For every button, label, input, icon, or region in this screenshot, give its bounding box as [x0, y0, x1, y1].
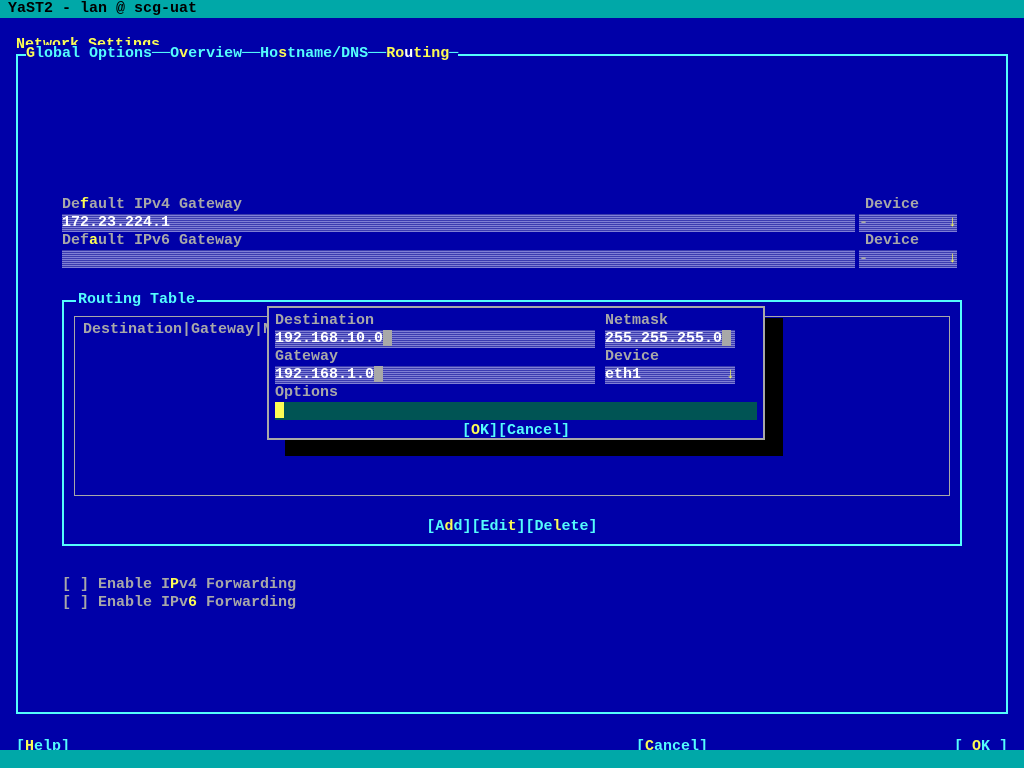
device-label-2: Device [859, 232, 962, 250]
tab-hostname[interactable]: Hostname/DNS [260, 45, 368, 62]
dialog-ok-button[interactable]: [OK] [462, 422, 498, 439]
chevron-down-icon: ↓ [948, 214, 957, 232]
chevron-down-icon: ↓ [726, 366, 735, 384]
route-dialog: Destination 192.168.10.0 Netmask 255.255… [267, 306, 765, 440]
destination-input[interactable]: 192.168.10.0 [275, 330, 595, 348]
gateway-input[interactable]: 192.168.1.0 [275, 366, 595, 384]
default-ipv6-gateway-input[interactable] [62, 250, 855, 268]
options-label: Options [275, 384, 757, 402]
routing-table-buttons: [Add][Edit][Delete] [64, 518, 960, 536]
dialog-device-select[interactable]: eth1↓ [605, 366, 735, 384]
chevron-down-icon: ↓ [948, 250, 957, 268]
netmask-input[interactable]: 255.255.255.0 [605, 330, 735, 348]
dialog-device-label: Device [605, 348, 755, 366]
add-button[interactable]: [Add] [426, 518, 471, 535]
routing-table-caption: Routing Table [76, 291, 197, 309]
device-select-1[interactable]: -↓ [859, 214, 957, 232]
tab-routing[interactable]: Routing [386, 45, 449, 62]
gateway-label: Gateway [275, 348, 605, 366]
default-ipv4-gateway-input[interactable]: 172.23.224.1 [62, 214, 855, 232]
default-ipv6-gateway-label: Default IPv6 Gateway [62, 232, 855, 250]
edit-button[interactable]: [Edit] [471, 518, 525, 535]
delete-button[interactable]: [Delete] [526, 518, 598, 535]
enable-ipv4-forwarding-checkbox[interactable]: [ ] Enable IPv4 Forwarding [62, 576, 962, 594]
destination-label: Destination [275, 312, 605, 330]
enable-ipv6-forwarding-checkbox[interactable]: [ ] Enable IPv6 Forwarding [62, 594, 962, 612]
default-ipv4-gateway-label: Default IPv4 Gateway [62, 196, 855, 214]
netmask-label: Netmask [605, 312, 755, 330]
tab-global-options[interactable]: Global Options [26, 45, 152, 62]
device-label-1: Device [859, 196, 962, 214]
window-title: YaST2 - lan @ scg-uat [0, 0, 1024, 18]
forwarding-checks: [ ] Enable IPv4 Forwarding [ ] Enable IP… [62, 576, 962, 612]
tab-overview[interactable]: Overview [170, 45, 242, 62]
options-input[interactable] [275, 402, 757, 420]
dialog-cancel-button[interactable]: [Cancel] [498, 422, 570, 439]
tab-bar: Global Options──Overview──Hostname/DNS──… [26, 45, 458, 63]
routing-table-header: Destination|Gateway|Net [83, 321, 290, 339]
device-select-2[interactable]: -↓ [859, 250, 957, 268]
footer-bar [0, 750, 1024, 768]
